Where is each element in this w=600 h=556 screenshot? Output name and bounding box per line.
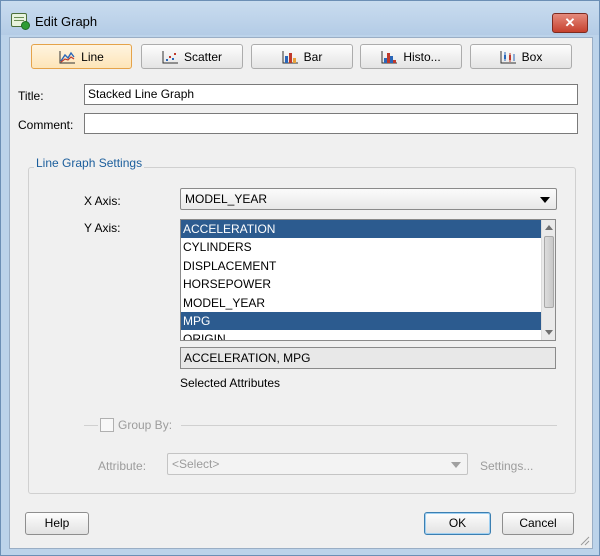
x-axis-label: X Axis: [84, 194, 121, 208]
graph-app-icon [11, 13, 30, 30]
y-axis-label: Y Axis: [84, 221, 121, 235]
dialog-body: Line Scatter Bar Histo... Box Title: Sta… [9, 37, 593, 549]
scroll-down-icon[interactable] [545, 330, 553, 335]
attribute-select[interactable]: <Select> [167, 453, 468, 475]
list-item[interactable]: MODEL_YEAR [181, 294, 555, 312]
scroll-up-icon[interactable] [545, 225, 553, 230]
title-bar[interactable]: Edit Graph ✕ [1, 1, 599, 35]
edit-graph-dialog: Edit Graph ✕ Line Scatter Bar Histo... B… [0, 0, 600, 556]
x-axis-value: MODEL_YEAR [185, 192, 268, 206]
box-type-button[interactable]: Box [470, 44, 572, 69]
resize-grip-icon[interactable] [578, 534, 590, 546]
comment-input[interactable] [84, 113, 578, 134]
attribute-label: Attribute: [98, 459, 147, 473]
scatter-type-label: Scatter [183, 49, 222, 64]
scatter-type-button[interactable]: Scatter [141, 44, 243, 69]
group-by-checkbox[interactable] [100, 418, 114, 432]
line-type-button[interactable]: Line [31, 44, 132, 69]
list-item[interactable]: DISPLACEMENT [181, 257, 555, 275]
settings-link[interactable]: Settings... [480, 459, 533, 473]
histogram-icon [381, 50, 398, 63]
bar-type-button[interactable]: Bar [251, 44, 353, 69]
help-button[interactable]: Help [25, 512, 89, 535]
list-item[interactable]: MPG [181, 311, 555, 331]
bar-type-label: Bar [303, 49, 323, 64]
window-title: Edit Graph [35, 14, 98, 29]
close-button[interactable]: ✕ [552, 13, 588, 33]
list-item[interactable]: ACCELERATION [181, 220, 555, 239]
attribute-value: <Select> [172, 457, 220, 471]
scrollbar-thumb[interactable] [544, 236, 554, 308]
list-item[interactable]: HORSEPOWER [181, 275, 555, 293]
histogram-type-button[interactable]: Histo... [360, 44, 462, 69]
scatter-chart-icon [162, 50, 178, 63]
chevron-down-icon [540, 197, 550, 203]
settings-group-title: Line Graph Settings [34, 156, 145, 170]
title-label: Title: [18, 89, 44, 103]
line-type-label: Line [81, 49, 104, 64]
box-plot-icon [500, 50, 516, 63]
close-icon: ✕ [564, 15, 576, 30]
ok-button[interactable]: OK [424, 512, 491, 535]
x-axis-select[interactable]: MODEL_YEAR [180, 188, 557, 210]
selected-attributes-field: ACCELERATION, MPG [180, 347, 556, 369]
title-input[interactable]: Stacked Line Graph [84, 84, 578, 105]
groupby-separator-left [84, 425, 98, 426]
chevron-down-icon [451, 462, 461, 468]
line-chart-icon [59, 50, 76, 63]
y-axis-list[interactable]: ACCELERATION CYLINDERS DISPLACEMENT HORS… [180, 219, 556, 341]
list-item[interactable]: CYLINDERS [181, 238, 555, 256]
group-by-label: Group By: [118, 418, 173, 432]
selected-attributes-caption: Selected Attributes [180, 376, 281, 390]
list-item[interactable]: ORIGIN [181, 330, 555, 340]
box-type-label: Box [521, 49, 543, 64]
comment-label: Comment: [18, 118, 74, 132]
cancel-button[interactable]: Cancel [502, 512, 574, 535]
groupby-separator-right [181, 425, 557, 426]
histogram-type-label: Histo... [403, 49, 441, 64]
y-axis-scrollbar[interactable] [541, 220, 555, 340]
bar-chart-icon [282, 50, 298, 63]
